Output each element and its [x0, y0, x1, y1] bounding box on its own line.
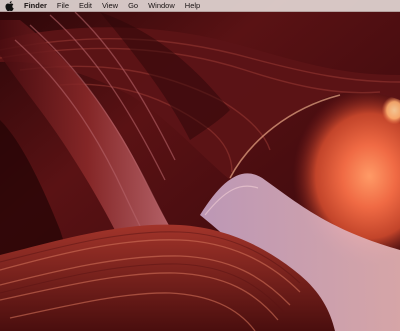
menu-window[interactable]: Window: [148, 0, 175, 11]
menu-help[interactable]: Help: [185, 0, 200, 11]
menu-file[interactable]: File: [57, 0, 69, 11]
menu-go[interactable]: Go: [128, 0, 138, 11]
menu-app-finder[interactable]: Finder: [24, 0, 47, 11]
menu-bar: Finder File Edit View Go Window Help: [0, 0, 400, 12]
menu-edit[interactable]: Edit: [79, 0, 92, 11]
apple-icon[interactable]: [5, 0, 17, 11]
menu-view[interactable]: View: [102, 0, 118, 11]
desktop: Finder File Edit View Go Window Help: [0, 0, 400, 331]
desktop-wallpaper: [0, 0, 400, 331]
